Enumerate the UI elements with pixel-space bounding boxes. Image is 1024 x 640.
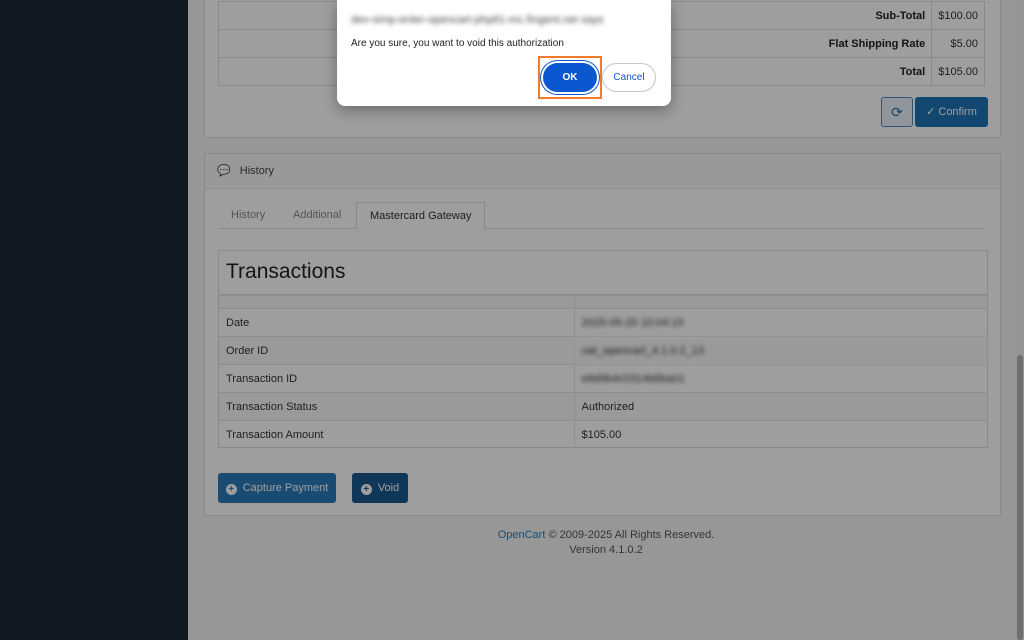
- dialog-origin: dev-simp-enter-opencart-php81-mc.fingent…: [351, 14, 604, 26]
- cancel-button[interactable]: Cancel: [602, 63, 656, 92]
- ok-button[interactable]: OK: [543, 63, 597, 92]
- dialog-message: Are you sure, you want to void this auth…: [351, 38, 564, 49]
- confirm-dialog: dev-simp-enter-opencart-php81-mc.fingent…: [337, 0, 671, 106]
